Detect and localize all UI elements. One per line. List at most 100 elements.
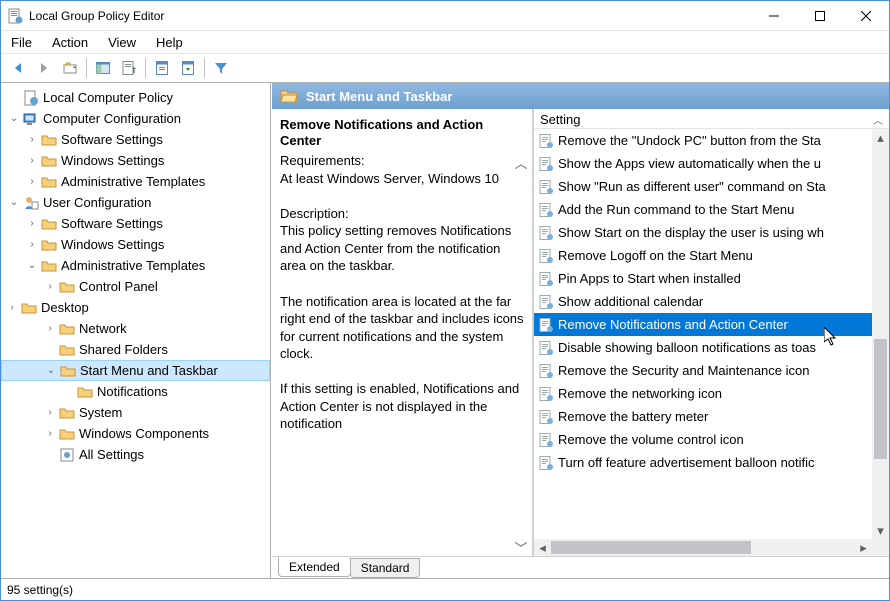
- requirements-label: Requirements:: [280, 153, 365, 168]
- setting-item[interactable]: Remove the "Undock PC" button from the S…: [534, 129, 872, 152]
- policy-item-icon: [538, 294, 554, 310]
- setting-item[interactable]: Show "Run as different user" command on …: [534, 175, 872, 198]
- minimize-button[interactable]: [751, 1, 797, 30]
- tree-label: Windows Settings: [61, 153, 164, 168]
- pane-title: Start Menu and Taskbar: [306, 89, 452, 104]
- expander-icon[interactable]: ›: [43, 280, 57, 294]
- desc-scroll-down[interactable]: ﹀: [514, 540, 528, 554]
- tree-cc-admin[interactable]: › Administrative Templates: [1, 171, 270, 192]
- export-list-button[interactable]: [117, 56, 141, 80]
- main-body: Local Computer Policy ⌄ Computer Configu…: [1, 83, 889, 578]
- expander-icon[interactable]: ›: [25, 175, 39, 189]
- app-window: Local Group Policy Editor File Action Vi…: [0, 0, 890, 601]
- status-text: 95 setting(s): [7, 583, 73, 597]
- vertical-scrollbar[interactable]: ▴ ▾: [872, 129, 889, 539]
- policy-item-icon: [538, 179, 554, 195]
- setting-item[interactable]: Remove the volume control icon: [534, 428, 872, 451]
- scroll-corner: [872, 539, 889, 556]
- help-button[interactable]: [176, 56, 200, 80]
- folder-icon: [41, 132, 57, 148]
- tree-user-config[interactable]: ⌄ User Configuration: [1, 192, 270, 213]
- expander-icon[interactable]: ›: [43, 427, 57, 441]
- filter-button[interactable]: [209, 56, 233, 80]
- setting-item[interactable]: Show the Apps view automatically when th…: [534, 152, 872, 175]
- menu-action[interactable]: Action: [42, 33, 98, 52]
- settings-list[interactable]: Remove the "Undock PC" button from the S…: [534, 129, 889, 556]
- tab-standard[interactable]: Standard: [350, 558, 421, 578]
- expander-icon[interactable]: ›: [43, 406, 57, 420]
- tree-shared-folders[interactable]: Shared Folders: [1, 339, 270, 360]
- setting-item[interactable]: Show Start on the display the user is us…: [534, 221, 872, 244]
- tree-cc-windows[interactable]: › Windows Settings: [1, 150, 270, 171]
- setting-label: Remove the networking icon: [558, 386, 722, 401]
- tree-system[interactable]: ›System: [1, 402, 270, 423]
- horizontal-scrollbar[interactable]: ◂ ▸: [534, 539, 872, 556]
- tree-pane[interactable]: Local Computer Policy ⌄ Computer Configu…: [1, 83, 271, 578]
- setting-item[interactable]: Add the Run command to the Start Menu: [534, 198, 872, 221]
- tree-uc-windows[interactable]: ›Windows Settings: [1, 234, 270, 255]
- setting-label: Add the Run command to the Start Menu: [558, 202, 794, 217]
- up-button[interactable]: [58, 56, 82, 80]
- setting-item[interactable]: Remove the Security and Maintenance icon: [534, 359, 872, 382]
- expander-icon[interactable]: ›: [43, 322, 57, 336]
- tree-all-settings[interactable]: All Settings: [1, 444, 270, 465]
- menu-file[interactable]: File: [1, 33, 42, 52]
- scroll-left-icon[interactable]: ◂: [534, 539, 551, 556]
- scroll-thumb[interactable]: [874, 339, 887, 459]
- setting-item[interactable]: Pin Apps to Start when installed: [534, 267, 872, 290]
- desc-scroll-up[interactable]: ︿: [514, 155, 528, 169]
- expander-icon[interactable]: ⌄: [7, 196, 21, 210]
- toolbar: [1, 53, 889, 83]
- expander-icon[interactable]: ›: [5, 301, 19, 315]
- setting-item[interactable]: Remove Logoff on the Start Menu: [534, 244, 872, 267]
- settings-pane: Setting ︿ Remove the "Undock PC" button …: [532, 109, 889, 556]
- scroll-right-icon[interactable]: ▸: [855, 539, 872, 556]
- expander-icon[interactable]: ⌄: [25, 259, 39, 273]
- tree-windows-components[interactable]: ›Windows Components: [1, 423, 270, 444]
- expander-icon[interactable]: ›: [25, 133, 39, 147]
- content-split: Remove Notifications and Action Center R…: [272, 109, 889, 556]
- expander-icon[interactable]: ›: [25, 217, 39, 231]
- expander-icon[interactable]: ›: [25, 238, 39, 252]
- window-title: Local Group Policy Editor: [29, 9, 751, 23]
- folder-icon: [59, 405, 75, 421]
- scroll-up-icon[interactable]: ▴: [872, 129, 889, 146]
- tree-computer-config[interactable]: ⌄ Computer Configuration: [1, 108, 270, 129]
- setting-item[interactable]: Remove the battery meter: [534, 405, 872, 428]
- tree-desktop[interactable]: ›Desktop: [1, 297, 270, 318]
- show-hide-tree-button[interactable]: [91, 56, 115, 80]
- close-button[interactable]: [843, 1, 889, 30]
- setting-item[interactable]: Turn off feature advertisement balloon n…: [534, 451, 872, 474]
- maximize-button[interactable]: [797, 1, 843, 30]
- scroll-down-icon[interactable]: ▾: [872, 522, 889, 539]
- setting-item[interactable]: Show additional calendar: [534, 290, 872, 313]
- setting-item[interactable]: Disable showing balloon notifications as…: [534, 336, 872, 359]
- setting-item[interactable]: Remove Notifications and Action Center: [534, 313, 872, 336]
- tree-uc-admin[interactable]: ⌄ Administrative Templates: [1, 255, 270, 276]
- settings-column-header[interactable]: Setting ︿: [534, 109, 889, 129]
- expander-icon[interactable]: ⌄: [44, 364, 58, 378]
- back-button[interactable]: [6, 56, 30, 80]
- tree-root[interactable]: Local Computer Policy: [1, 87, 270, 108]
- expander-icon[interactable]: ⌄: [7, 112, 21, 126]
- tree-uc-software[interactable]: ›Software Settings: [1, 213, 270, 234]
- menu-view[interactable]: View: [98, 33, 146, 52]
- policy-icon: [23, 90, 39, 106]
- tree-label: Administrative Templates: [61, 174, 205, 189]
- scroll-thumb[interactable]: [551, 541, 751, 554]
- tree-notifications[interactable]: Notifications: [1, 381, 270, 402]
- setting-label: Show the Apps view automatically when th…: [558, 156, 821, 171]
- tab-extended[interactable]: Extended: [278, 557, 351, 577]
- chevron-up-icon[interactable]: ︿: [873, 112, 883, 127]
- tree-network[interactable]: ›Network: [1, 318, 270, 339]
- setting-item[interactable]: Remove the networking icon: [534, 382, 872, 405]
- tree-start-menu-taskbar[interactable]: ⌄Start Menu and Taskbar: [1, 360, 270, 381]
- properties-button[interactable]: [150, 56, 174, 80]
- tree-label: Administrative Templates: [61, 258, 205, 273]
- tree-cc-software[interactable]: ›Software Settings: [1, 129, 270, 150]
- forward-button[interactable]: [32, 56, 56, 80]
- expander-icon[interactable]: ›: [25, 154, 39, 168]
- tree-control-panel[interactable]: ›Control Panel: [1, 276, 270, 297]
- menu-help[interactable]: Help: [146, 33, 193, 52]
- expander-icon[interactable]: [7, 91, 21, 105]
